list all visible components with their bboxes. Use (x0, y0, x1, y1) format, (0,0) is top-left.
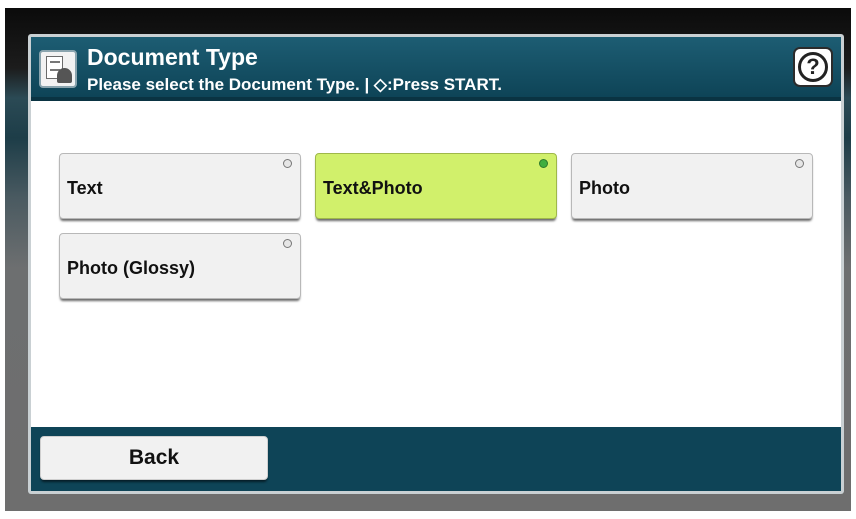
option-photo[interactable]: Photo (571, 153, 813, 219)
radio-indicator-icon (283, 159, 292, 168)
photo-person-icon (57, 68, 72, 83)
question-icon: ? (798, 52, 828, 82)
page-bottom-margin (0, 511, 856, 519)
option-label: Photo (Glossy) (67, 258, 196, 278)
option-label: Text (67, 178, 103, 198)
title-bar: Document Type Please select the Document… (31, 37, 841, 101)
option-label: Text&Photo (323, 178, 423, 198)
radio-indicator-icon (283, 239, 292, 248)
page-instruction: Please select the Document Type. | ◇:Pre… (87, 75, 502, 94)
page-top-margin (0, 0, 856, 8)
back-button[interactable]: Back (40, 436, 268, 480)
radio-indicator-icon (795, 159, 804, 168)
help-button[interactable]: ? (793, 47, 833, 87)
option-text-and-photo[interactable]: Text&Photo (315, 153, 557, 219)
bottom-bar: Back (31, 427, 841, 491)
page-title: Document Type (87, 44, 258, 70)
option-photo-glossy[interactable]: Photo (Glossy) (59, 233, 301, 299)
option-label: Photo (579, 178, 630, 198)
option-text[interactable]: Text (59, 153, 301, 219)
touch-screen: Document Type Please select the Document… (28, 34, 844, 494)
screen-content: Document Type Please select the Document… (31, 37, 841, 491)
document-type-icon (39, 50, 77, 88)
radio-selected-indicator-icon (539, 159, 548, 168)
